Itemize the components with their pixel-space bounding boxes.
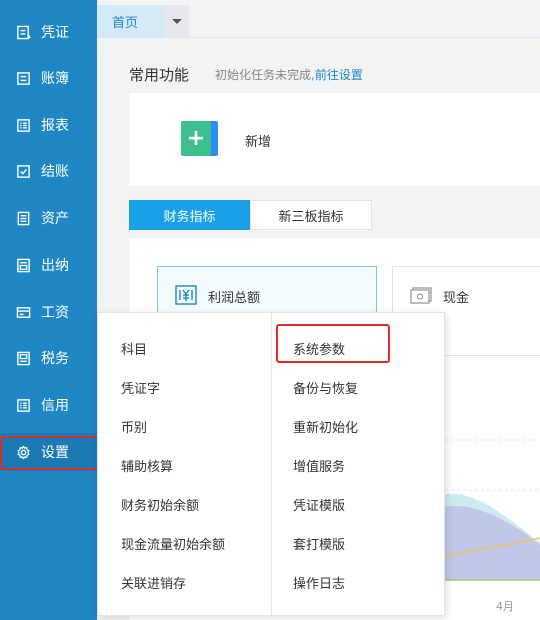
salary-icon <box>15 304 32 321</box>
menu-item-currency[interactable]: 币别 <box>121 417 147 436</box>
sidebar-item-label: 税务 <box>41 351 69 367</box>
voucher-icon <box>15 24 32 41</box>
tab-neeq-indicators[interactable]: 新三板指标 <box>250 200 372 230</box>
sidebar-item-salary[interactable]: 工资 <box>0 293 97 331</box>
metric-label: 现金 <box>443 291 470 306</box>
tab-bar: 首页 <box>97 0 540 38</box>
menu-item-voucher-template[interactable]: 凭证模版 <box>293 495 345 514</box>
asset-icon <box>15 210 32 227</box>
sidebar: 凭证 账簿 报表 结账 资产 出纳 工资 税务 信用 设置 <box>0 0 97 620</box>
sidebar-item-label: 账簿 <box>41 71 69 87</box>
sidebar-item-label: 报表 <box>41 118 69 134</box>
credit-icon <box>15 397 32 414</box>
sidebar-item-label: 凭证 <box>41 25 69 41</box>
sidebar-item-tax[interactable]: 税务 <box>0 339 97 377</box>
chart-month-label: 4月 <box>496 600 514 613</box>
tax-icon <box>15 350 32 367</box>
plus-icon: + <box>181 121 211 156</box>
gear-icon <box>15 444 32 461</box>
tab-dropdown-button[interactable] <box>165 5 189 38</box>
tab-financial-indicators[interactable]: 财务指标 <box>129 200 250 230</box>
menu-item-reinitialize[interactable]: 重新初始化 <box>293 417 358 436</box>
sidebar-item-cashier[interactable]: 出纳 <box>0 246 97 284</box>
menu-item-value-added[interactable]: 增值服务 <box>293 456 345 475</box>
init-hint-text: 初始化任务未完成, <box>215 68 315 82</box>
menu-item-inventory-link[interactable]: 关联进销存 <box>121 573 186 592</box>
menu-item-initial-balance[interactable]: 财务初始余额 <box>121 495 199 514</box>
menu-item-system-params[interactable]: 系统参数 <box>293 339 345 358</box>
sidebar-item-asset[interactable]: 资产 <box>0 199 97 237</box>
sidebar-item-checkout[interactable]: 结账 <box>0 152 97 190</box>
cash-icon <box>410 285 432 305</box>
menu-item-print-template[interactable]: 套打模版 <box>293 534 345 553</box>
sidebar-item-label: 信用 <box>41 398 69 414</box>
sidebar-item-credit[interactable]: 信用 <box>0 386 97 424</box>
metric-label: 利润总额 <box>208 291 261 306</box>
menu-item-subjects[interactable]: 科目 <box>121 339 147 358</box>
add-icon[interactable]: + <box>181 121 218 156</box>
menu-item-voucher-words[interactable]: 凭证字 <box>121 378 160 397</box>
sidebar-item-ledger[interactable]: 账簿 <box>0 59 97 97</box>
ledger-icon <box>15 70 32 87</box>
quick-actions-card: + 新增 <box>129 93 540 186</box>
menu-item-backup-restore[interactable]: 备份与恢复 <box>293 378 358 397</box>
profit-icon <box>175 285 197 305</box>
cashier-icon <box>15 257 32 274</box>
caret-down-icon <box>172 19 182 24</box>
sidebar-item-label: 工资 <box>41 305 69 321</box>
add-label[interactable]: 新增 <box>245 131 271 150</box>
sidebar-item-label: 资产 <box>41 211 69 227</box>
sidebar-item-settings[interactable]: 设置 <box>0 433 97 471</box>
tab-divider <box>189 37 540 38</box>
menu-item-operation-log[interactable]: 操作日志 <box>293 573 345 592</box>
checkout-icon <box>15 163 32 180</box>
sidebar-item-voucher[interactable]: 凭证 <box>0 13 97 51</box>
sidebar-item-label: 设置 <box>41 445 69 461</box>
common-functions-title: 常用功能 <box>129 66 190 84</box>
menu-item-cashflow-balance[interactable]: 现金流量初始余额 <box>121 534 225 553</box>
report-icon <box>15 117 32 134</box>
menu-divider <box>271 313 272 615</box>
sidebar-item-label: 出纳 <box>41 258 69 274</box>
sidebar-item-label: 结账 <box>41 164 69 180</box>
goto-settings-link[interactable]: 前往设置 <box>315 68 363 82</box>
menu-item-auxiliary[interactable]: 辅助核算 <box>121 456 173 475</box>
sidebar-item-report[interactable]: 报表 <box>0 106 97 144</box>
settings-menu: 科目 凭证字 币别 辅助核算 财务初始余额 现金流量初始余额 关联进销存 系统参… <box>97 312 445 616</box>
tab-home[interactable]: 首页 <box>97 5 165 38</box>
init-hint: 初始化任务未完成,前往设置 <box>215 66 363 83</box>
